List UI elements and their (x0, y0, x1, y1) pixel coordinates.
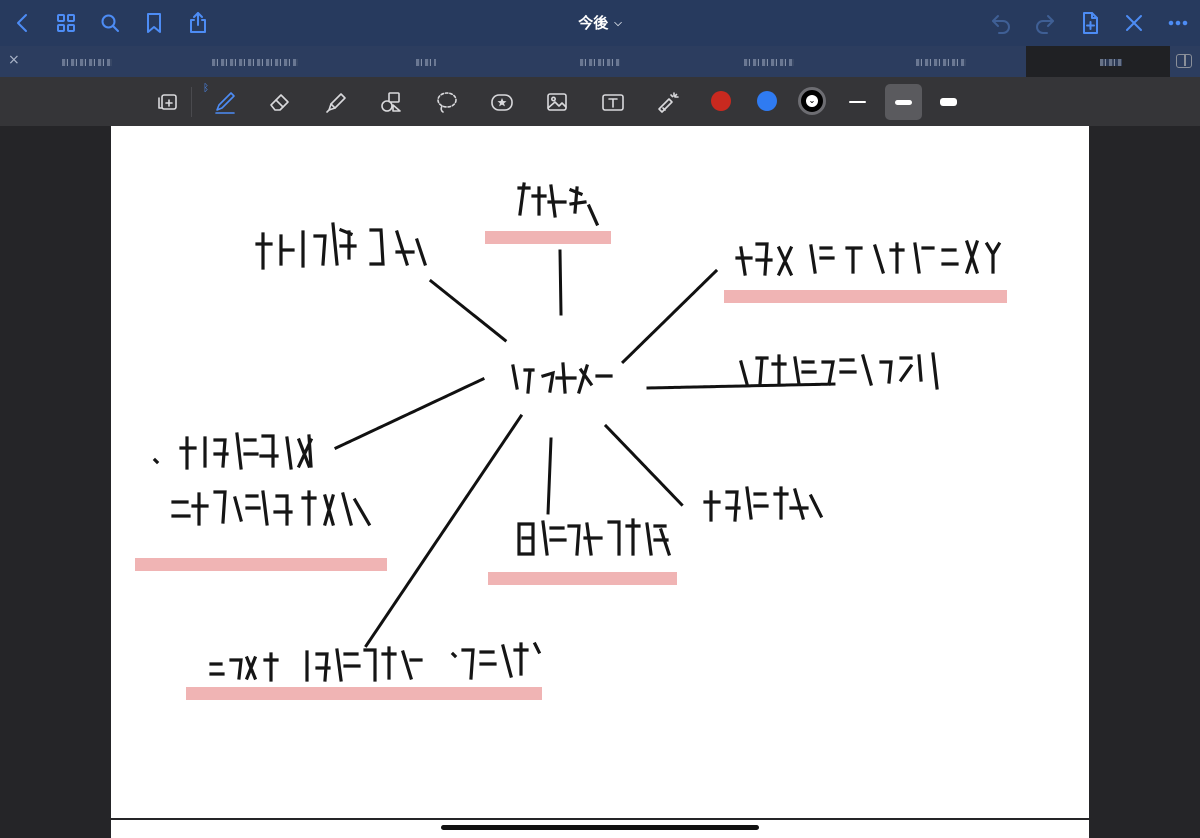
navigation-bar: 今後 ⌵ (0, 0, 1200, 46)
tab-redacted-3[interactable] (416, 59, 436, 66)
image-icon[interactable] (540, 85, 574, 119)
tab-redacted-5[interactable] (744, 59, 794, 66)
tab-active[interactable] (1026, 46, 1170, 77)
connector-left (334, 377, 485, 450)
lower-right-node-scribble (703, 486, 824, 522)
lasso-icon[interactable] (430, 85, 464, 119)
connector-lower-right (603, 423, 686, 509)
eraser-icon[interactable] (263, 85, 297, 119)
highlighter-icon[interactable] (319, 85, 353, 119)
bottom-left-node-scribble (209, 641, 542, 682)
tab-redacted-active (1100, 59, 1122, 66)
color-swatch-black-selected[interactable]: ⌄ (798, 87, 826, 115)
stroke-medium-button[interactable] (885, 84, 922, 120)
stroke-medium-glyph (895, 99, 912, 105)
split-view-icon[interactable] (1176, 54, 1192, 68)
laser-pointer-icon[interactable] (651, 85, 685, 119)
upper-right-node-scribble (735, 239, 1002, 277)
document-tab-bar: × (0, 46, 1200, 77)
close-pencil-icon[interactable] (1119, 8, 1149, 38)
home-indicator[interactable] (441, 825, 759, 830)
toolbar-divider (191, 87, 192, 117)
undo-icon[interactable] (986, 8, 1016, 38)
center-word-scribble (511, 362, 613, 394)
back-chevron-icon[interactable] (8, 8, 38, 38)
text-icon[interactable] (596, 85, 630, 119)
stroke-thick-button[interactable] (930, 84, 967, 120)
connector-right (646, 382, 838, 390)
handwritten-mind-map (152, 182, 1002, 682)
note-page[interactable] (111, 126, 1089, 818)
tab-redacted-1[interactable] (62, 59, 112, 66)
pen-icon[interactable] (208, 85, 242, 119)
connector-top (558, 249, 563, 316)
document-title: 今後 ⌵ (0, 12, 1200, 33)
left-node-scribble-line2 (171, 490, 372, 527)
left-node-scribble-line1 (152, 432, 314, 470)
upper-left-node-scribble (255, 222, 428, 270)
color-swatch-blue[interactable] (757, 91, 777, 111)
tab-redacted-2[interactable] (212, 59, 298, 66)
document-title-text[interactable]: 今後 (578, 14, 608, 32)
chevron-down-icon: ⌄ (806, 95, 818, 107)
stroke-thick-glyph (940, 98, 957, 106)
tool-bar: ᛒ (0, 77, 1200, 126)
tab-redacted-6[interactable] (916, 59, 966, 66)
share-icon[interactable] (183, 8, 213, 38)
more-icon[interactable] (1163, 8, 1193, 38)
bookmark-icon[interactable] (139, 8, 169, 38)
top-node-scribble (517, 182, 600, 227)
color-swatch-red[interactable] (711, 91, 731, 111)
add-page-icon[interactable] (1075, 8, 1105, 38)
read-only-mode-icon[interactable] (151, 85, 185, 119)
connector-bottom (546, 437, 553, 516)
chevron-down-icon[interactable]: ⌵ (614, 18, 622, 29)
shapes-icon[interactable] (374, 85, 408, 119)
sticker-icon[interactable] (485, 85, 519, 119)
redo-icon[interactable] (1030, 8, 1060, 38)
bottom-node-scribble (517, 518, 672, 557)
tab-redacted-4[interactable] (580, 59, 620, 66)
connector-upper-left (428, 278, 509, 344)
stroke-thin-glyph (849, 101, 866, 103)
tab-close-icon[interactable]: × (8, 52, 20, 68)
grid-icon[interactable] (51, 8, 81, 38)
search-icon[interactable] (95, 8, 125, 38)
right-node-scribble (741, 354, 937, 402)
connector-lower-left (363, 413, 524, 649)
stroke-thin-button[interactable] (839, 84, 876, 120)
connector-upper-right (618, 268, 719, 367)
